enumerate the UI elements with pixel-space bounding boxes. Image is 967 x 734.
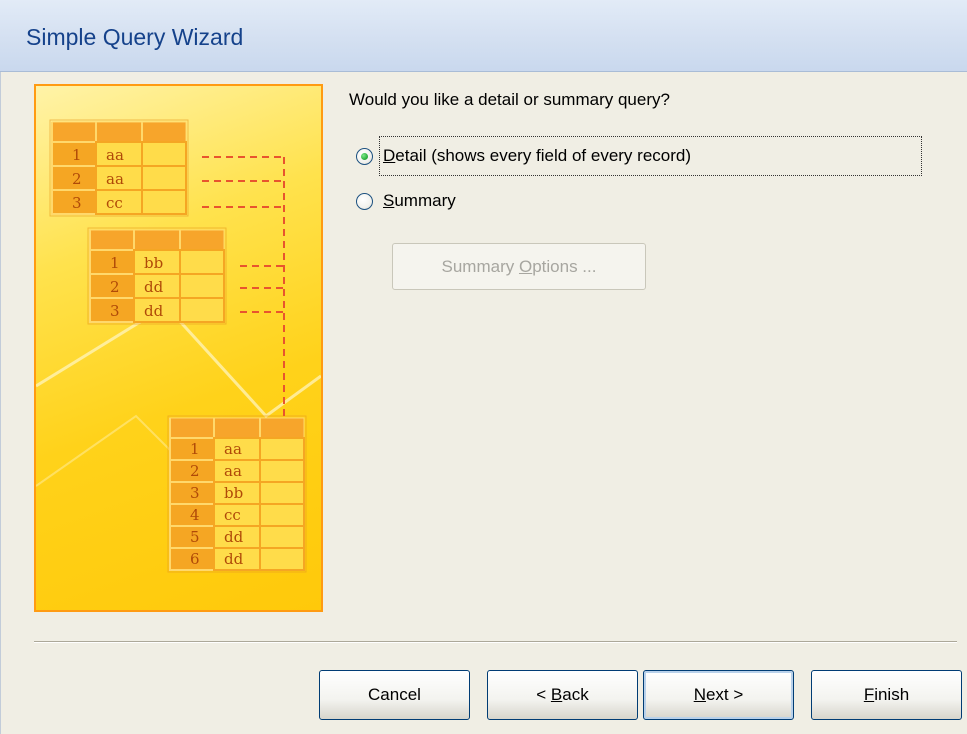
source-table-2-header [89, 229, 225, 251]
summary-option-label: Summary [379, 191, 456, 211]
summary-radio[interactable] [356, 192, 373, 210]
result-table-id: 2 [190, 462, 200, 480]
summary-option[interactable]: Summary [356, 191, 456, 211]
result-table-row: 2 aa [169, 459, 305, 483]
source-table-2-id: 1 [110, 254, 120, 272]
back-accel: B [550, 685, 563, 704]
summary-options-accel: O [518, 256, 533, 276]
summary-options-pre: Summary [441, 256, 519, 276]
result-table-value: bb [224, 484, 243, 502]
result-table-row: 6 dd [169, 547, 305, 571]
result-table-row: 3 bb [169, 481, 305, 505]
source-table-2-row: 3 dd [89, 297, 225, 323]
source-table-1-value: aa [106, 170, 124, 188]
next-accel: N [693, 685, 706, 704]
result-table-id: 4 [190, 506, 200, 524]
back-pre: < [536, 685, 551, 704]
detail-option-label: Detail (shows every field of every recor… [379, 136, 922, 176]
question-text: Would you like a detail or summary query… [349, 90, 670, 109]
source-table-1-id: 1 [72, 146, 82, 164]
source-table-2-value: dd [144, 302, 164, 320]
result-table-id: 6 [190, 550, 200, 568]
source-table-2-value: bb [144, 254, 163, 272]
summary-accel: S [383, 191, 395, 210]
back-button[interactable]: < Back [487, 670, 638, 720]
finish-accel: F [863, 685, 875, 704]
wizard-illustration: 1 aa 2 aa 3 cc 1 bb 2 dd 3 dd 1 aa 2 aa 3 bb 4 cc 5 dd 6 dd [34, 84, 323, 612]
cancel-button[interactable]: Cancel [319, 670, 470, 720]
result-table-value: cc [224, 506, 241, 524]
window-left-edge [0, 72, 12, 734]
source-table-1-id: 2 [72, 170, 82, 188]
source-table-2-row: 2 dd [89, 273, 225, 299]
result-table-value: aa [224, 440, 242, 458]
summary-options-post: ptions ... [532, 256, 597, 276]
source-table-1-row: 1 aa [51, 141, 187, 167]
result-table-id: 1 [190, 440, 200, 458]
detail-radio[interactable] [356, 147, 373, 165]
result-table-value: dd [224, 528, 244, 546]
source-table-1-header [51, 121, 187, 143]
illustration-graphic: 1 aa 2 aa 3 cc 1 bb 2 dd 3 dd 1 aa 2 aa 3 bb 4 cc 5 dd 6 dd [36, 119, 321, 573]
source-table-2-value: dd [144, 278, 164, 296]
summary-label-rest: ummary [394, 191, 456, 210]
result-table-value: aa [224, 462, 242, 480]
source-table-1-value: aa [106, 146, 124, 164]
source-table-1-row: 2 aa [51, 165, 187, 191]
next-button[interactable]: Next > [643, 670, 794, 720]
cancel-label: Cancel [368, 685, 421, 704]
source-table-1-value: cc [106, 194, 123, 212]
finish-post: inish [874, 685, 910, 704]
result-table-row: 5 dd [169, 525, 305, 549]
window-title: Simple Query Wizard [26, 24, 244, 50]
source-table-1-row: 3 cc [51, 189, 187, 215]
source-table-2-id: 3 [110, 302, 120, 320]
finish-button[interactable]: Finish [811, 670, 962, 720]
next-post: ext > [705, 685, 744, 704]
title-bar: Simple Query Wizard [0, 0, 967, 72]
source-table-2-row: 1 bb [89, 249, 225, 275]
result-table-id: 3 [190, 484, 200, 502]
result-table-row: 4 cc [169, 503, 305, 527]
detail-accel: D [383, 145, 396, 165]
source-table-2-id: 2 [110, 278, 120, 296]
result-table-row: 1 aa [169, 437, 305, 461]
result-table-header [169, 417, 305, 439]
result-table-value: dd [224, 550, 244, 568]
result-table-id: 5 [190, 528, 200, 546]
summary-options-button[interactable]: Summary Options ... [392, 243, 646, 290]
detail-label-rest: etail (shows every field of every record… [395, 145, 692, 165]
footer-separator [34, 641, 957, 643]
source-table-1-id: 3 [72, 194, 82, 212]
detail-option[interactable]: Detail (shows every field of every recor… [356, 136, 922, 176]
back-post: ack [562, 685, 589, 704]
